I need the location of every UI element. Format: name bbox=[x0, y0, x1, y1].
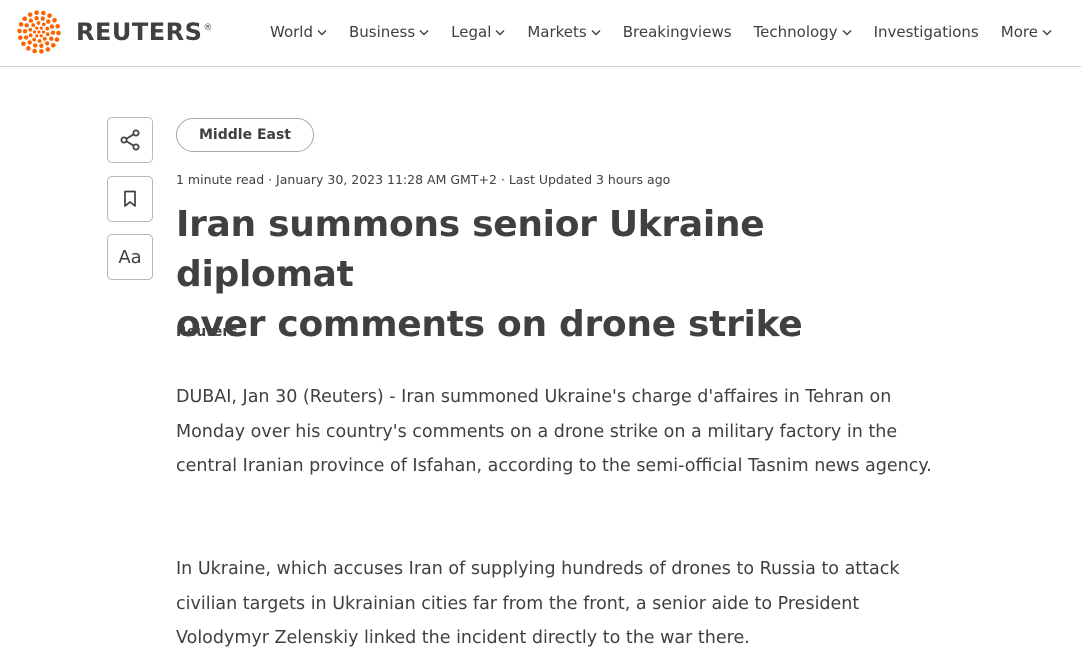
article-byline[interactable]: Reuters bbox=[176, 324, 238, 340]
section-tag-label: Middle East bbox=[199, 127, 291, 143]
nav-item-technology[interactable]: Technology bbox=[754, 23, 852, 41]
text-size-label: Aa bbox=[118, 246, 142, 268]
nav-item-investigations[interactable]: Investigations bbox=[874, 23, 979, 41]
section-tag-middle-east[interactable]: Middle East bbox=[176, 118, 314, 152]
brand-name: REUTERS bbox=[76, 18, 203, 46]
article-meta: 1 minute read · January 30, 2023 11:28 A… bbox=[176, 172, 671, 187]
nav-item-business[interactable]: Business bbox=[349, 23, 429, 41]
text-size-button[interactable]: Aa bbox=[107, 234, 153, 280]
chevron-down-icon bbox=[317, 29, 327, 35]
main-navigation: World Business Legal Markets Breakingvie… bbox=[270, 20, 1052, 44]
nav-item-world[interactable]: World bbox=[270, 23, 327, 41]
nav-item-label: Legal bbox=[451, 23, 492, 41]
share-button[interactable] bbox=[107, 117, 153, 163]
nav-item-breakingviews[interactable]: Breakingviews bbox=[623, 23, 732, 41]
chevron-down-icon bbox=[842, 29, 852, 35]
article-headline: Iran summons senior Ukraine diplomat ove… bbox=[176, 200, 936, 350]
chevron-down-icon bbox=[419, 29, 429, 35]
bookmark-button[interactable] bbox=[107, 176, 153, 222]
site-header: REUTERS® World Business Legal Markets Br… bbox=[0, 0, 1081, 67]
nav-item-label: Technology bbox=[753, 23, 838, 41]
share-icon bbox=[120, 129, 140, 151]
headline-line-1: Iran summons senior Ukraine diplomat bbox=[176, 204, 765, 295]
nav-item-label: Investigations bbox=[873, 23, 979, 41]
nav-item-label: Markets bbox=[527, 23, 587, 41]
chevron-down-icon bbox=[1042, 29, 1052, 35]
registered-mark: ® bbox=[203, 23, 213, 33]
chevron-down-icon bbox=[495, 29, 505, 35]
brand-wordmark: REUTERS® bbox=[76, 18, 213, 46]
nav-item-label: Business bbox=[349, 23, 416, 41]
headline-line-2: over comments on drone strike bbox=[176, 304, 803, 345]
nav-item-label: More bbox=[1000, 23, 1038, 41]
nav-item-label: World bbox=[270, 23, 313, 41]
article-paragraph: DUBAI, Jan 30 (Reuters) - Iran summoned … bbox=[176, 387, 932, 476]
nav-item-label: Breakingviews bbox=[622, 23, 732, 41]
reuters-logo-mark-icon bbox=[17, 10, 61, 54]
article-paragraph: In Ukraine, which accuses Iran of supply… bbox=[176, 559, 900, 648]
reuters-logo[interactable]: REUTERS® bbox=[15, 8, 213, 56]
nav-item-legal[interactable]: Legal bbox=[451, 23, 505, 41]
chevron-down-icon bbox=[591, 29, 601, 35]
nav-item-more[interactable]: More bbox=[1001, 23, 1052, 41]
bookmark-icon bbox=[124, 190, 136, 207]
nav-item-markets[interactable]: Markets bbox=[527, 23, 601, 41]
